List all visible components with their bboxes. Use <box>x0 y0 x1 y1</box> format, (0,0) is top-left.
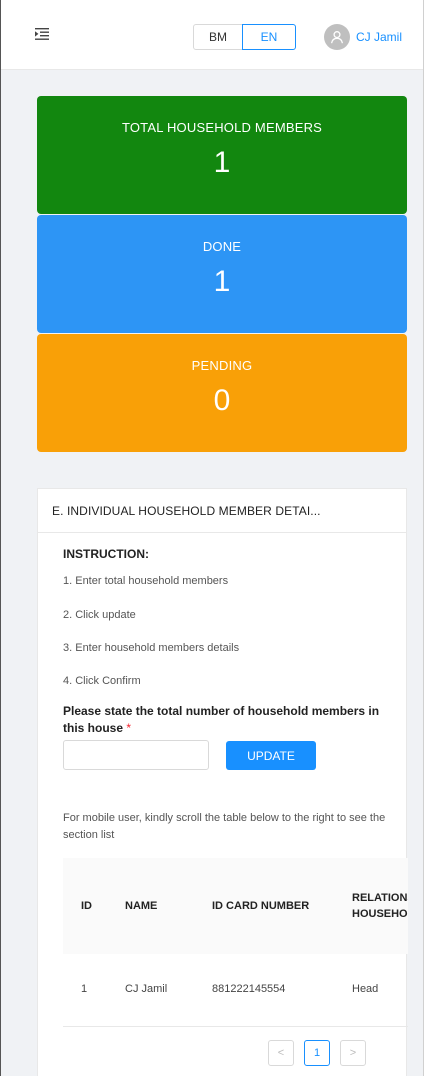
section-title: E. INDIVIDUAL HOUSEHOLD MEMBER DETAI... <box>38 489 406 533</box>
language-bm-button[interactable]: BM <box>193 24 243 50</box>
pagination-next-button[interactable]: > <box>340 1040 366 1066</box>
household-count-input[interactable] <box>63 740 209 770</box>
cell-id: 1 <box>81 983 88 996</box>
pagination: < 1 > <box>268 1040 366 1066</box>
cell-id-card-number: 881222145554 <box>212 983 286 996</box>
stat-total-label: TOTAL HOUSEHOLD MEMBERS <box>121 120 323 135</box>
instruction-title: INSTRUCTION: <box>63 547 149 561</box>
cell-relationship: Head <box>352 983 379 996</box>
household-count-question: Please state the total number of househo… <box>63 703 383 737</box>
stat-done-value: 1 <box>213 265 231 298</box>
mobile-scroll-note: For mobile user, kindly scroll the table… <box>63 812 386 841</box>
question-text: Please state the total number of househo… <box>63 704 380 735</box>
language-switcher: BM EN <box>193 24 296 50</box>
stat-done-label: DONE <box>202 239 242 254</box>
stat-pending-label: PENDING <box>191 358 253 373</box>
stat-done: DONE 1 <box>37 215 407 333</box>
update-button[interactable]: UPDATE <box>226 741 316 770</box>
pagination-page-1[interactable]: 1 <box>304 1040 330 1066</box>
instruction-step: 1. Enter total household members <box>63 575 229 587</box>
stat-total-household-members: TOTAL HOUSEHOLD MEMBERS 1 <box>37 96 407 214</box>
column-header-relationship: RELATIONSHIP TO HOUSEHOLD HEAD <box>352 892 408 920</box>
top-header: BM EN CJ Jamil <box>1 0 423 70</box>
avatar[interactable] <box>324 24 350 50</box>
stat-total-value: 1 <box>213 146 231 179</box>
table-row[interactable]: 1 CJ Jamil 881222145554 Head <box>63 954 408 1026</box>
instruction-step: 2. Click update <box>63 609 136 621</box>
column-header-name: NAME <box>125 900 158 912</box>
user-icon <box>330 31 344 44</box>
app-frame: BM EN CJ Jamil TOTAL HOUSEHOLD MEMBERS 1… <box>0 0 424 1076</box>
instruction-step: 4. Click Confirm <box>63 675 141 687</box>
language-en-button[interactable]: EN <box>242 24 296 50</box>
required-mark: * <box>126 721 132 735</box>
instruction-step: 3. Enter household members details <box>63 642 240 654</box>
user-name[interactable]: CJ Jamil <box>356 30 402 44</box>
stat-pending: PENDING 0 <box>37 334 407 452</box>
household-member-section: E. INDIVIDUAL HOUSEHOLD MEMBER DETAI... … <box>37 488 408 1076</box>
pagination-prev-button[interactable]: < <box>268 1040 294 1066</box>
column-header-id-card-number: ID CARD NUMBER <box>212 900 310 912</box>
table-header-row: ID NAME ID CARD NUMBER RELATIONSHIP TO H… <box>63 858 408 954</box>
household-table-scroll[interactable]: ID NAME ID CARD NUMBER RELATIONSHIP TO H… <box>63 858 408 1028</box>
column-header-id: ID <box>81 900 92 912</box>
stat-pending-value: 0 <box>213 384 231 417</box>
menu-fold-icon[interactable] <box>35 28 49 40</box>
household-members-table: ID NAME ID CARD NUMBER RELATIONSHIP TO H… <box>63 858 408 1027</box>
cell-name: CJ Jamil <box>125 983 168 996</box>
